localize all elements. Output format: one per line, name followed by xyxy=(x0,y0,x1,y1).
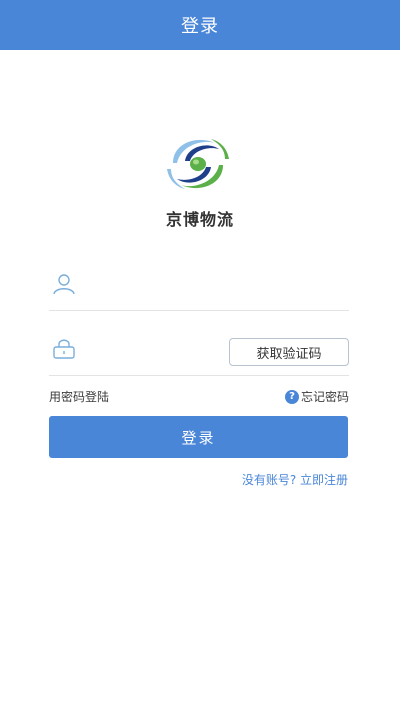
question-circle-icon: ? xyxy=(284,389,299,404)
top-bar: 登录 xyxy=(0,0,400,50)
forgot-password-label: 忘记密码 xyxy=(300,390,349,404)
user-icon xyxy=(53,274,75,295)
username-field xyxy=(49,261,349,311)
brand-logo xyxy=(167,139,229,189)
brand-name: 京博物流 xyxy=(165,210,234,229)
lock-icon xyxy=(53,339,75,359)
username-input[interactable] xyxy=(89,271,259,299)
register-link[interactable]: 没有账号? 立即注册 xyxy=(242,471,348,488)
page-title: 登录 xyxy=(181,16,219,37)
login-button[interactable]: 登录 xyxy=(49,416,348,458)
password-login-link[interactable]: 用密码登陆 xyxy=(49,388,109,405)
login-options-row: 用密码登陆 ? 忘记密码 xyxy=(49,388,349,406)
forgot-password-link[interactable]: ? 忘记密码 xyxy=(284,388,349,405)
get-code-button[interactable]: 获取验证码 xyxy=(229,338,349,366)
login-page: 登录 京博物流 获取验证码 用密码登陆 ? 忘记密码 登录 没有账号? 立即注册 xyxy=(0,0,400,711)
verification-code-field: 获取验证码 xyxy=(49,326,349,376)
